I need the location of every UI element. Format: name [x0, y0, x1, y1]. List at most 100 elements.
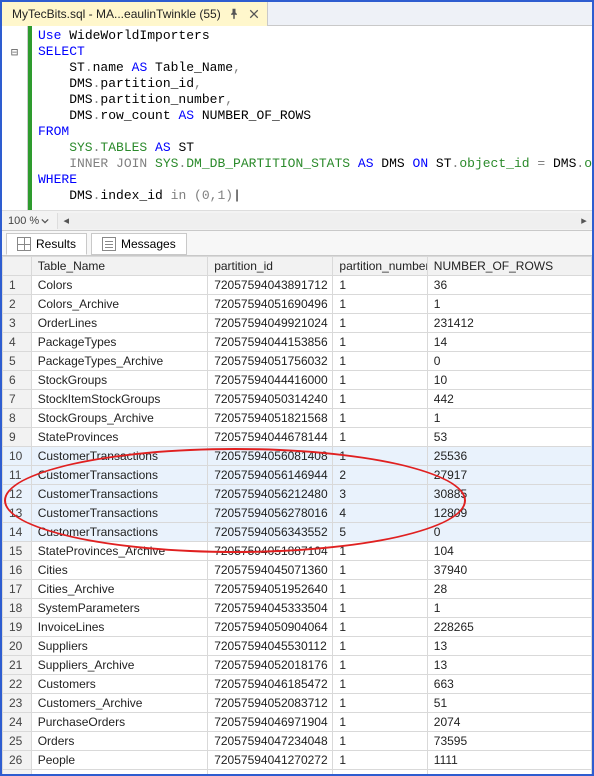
- table-row[interactable]: 9StateProvinces72057594044678144153: [3, 428, 592, 447]
- sql-editor[interactable]: ⊟ Use WideWorldImporters SELECT ST.name …: [2, 26, 592, 210]
- cell-number-of-rows[interactable]: 51: [427, 694, 591, 713]
- cell-rownum[interactable]: 10: [3, 447, 32, 466]
- cell-partition-id[interactable]: 72057594046971904: [208, 713, 333, 732]
- table-row[interactable]: 21Suppliers_Archive72057594052018176113: [3, 656, 592, 675]
- table-row[interactable]: 14CustomerTransactions720575940563435525…: [3, 523, 592, 542]
- cell-partition-number[interactable]: 1: [333, 542, 427, 561]
- table-row[interactable]: 3OrderLines720575940499210241231412: [3, 314, 592, 333]
- cell-number-of-rows[interactable]: 663: [427, 675, 591, 694]
- cell-table-name[interactable]: People: [31, 751, 207, 770]
- cell-number-of-rows[interactable]: 231412: [427, 314, 591, 333]
- cell-partition-id[interactable]: 72057594047758336: [208, 770, 333, 775]
- cell-rownum[interactable]: 3: [3, 314, 32, 333]
- cell-table-name[interactable]: Cities_Archive: [31, 580, 207, 599]
- cell-rownum[interactable]: 16: [3, 561, 32, 580]
- cell-number-of-rows[interactable]: 27917: [427, 466, 591, 485]
- cell-number-of-rows[interactable]: 13: [427, 637, 591, 656]
- table-row[interactable]: 7StockItemStockGroups7205759405031424014…: [3, 390, 592, 409]
- cell-partition-number[interactable]: 1: [333, 428, 427, 447]
- sql-text[interactable]: Use WideWorldImporters SELECT ST.name AS…: [32, 26, 592, 210]
- cell-partition-number[interactable]: 1: [333, 295, 427, 314]
- close-icon[interactable]: [247, 7, 261, 21]
- document-tab[interactable]: MyTecBits.sql - MA...eaulinTwinkle (55): [2, 2, 268, 26]
- cell-partition-number[interactable]: 1: [333, 599, 427, 618]
- cell-table-name[interactable]: CustomerTransactions: [31, 523, 207, 542]
- cell-partition-id[interactable]: 72057594056343552: [208, 523, 333, 542]
- cell-number-of-rows[interactable]: 37940: [427, 561, 591, 580]
- cell-rownum[interactable]: 14: [3, 523, 32, 542]
- table-row[interactable]: 11CustomerTransactions720575940561469442…: [3, 466, 592, 485]
- cell-rownum[interactable]: 6: [3, 371, 32, 390]
- cell-number-of-rows[interactable]: 1: [427, 599, 591, 618]
- header-partition-id[interactable]: partition_id: [208, 257, 333, 276]
- cell-partition-id[interactable]: 72057594041270272: [208, 751, 333, 770]
- cell-number-of-rows[interactable]: 12809: [427, 504, 591, 523]
- cell-rownum[interactable]: 23: [3, 694, 32, 713]
- cell-rownum[interactable]: 2: [3, 295, 32, 314]
- cell-partition-number[interactable]: 1: [333, 580, 427, 599]
- cell-table-name[interactable]: PackageTypes_Archive: [31, 352, 207, 371]
- cell-rownum[interactable]: 20: [3, 637, 32, 656]
- table-row[interactable]: 2Colors_Archive7205759405169049611: [3, 295, 592, 314]
- cell-table-name[interactable]: CustomerTransactions: [31, 447, 207, 466]
- cell-partition-id[interactable]: 72057594044678144: [208, 428, 333, 447]
- cell-table-name[interactable]: StateProvinces: [31, 428, 207, 447]
- cell-partition-number[interactable]: 1: [333, 409, 427, 428]
- cell-table-name[interactable]: CustomerTransactions: [31, 466, 207, 485]
- cell-number-of-rows[interactable]: 73595: [427, 732, 591, 751]
- cell-partition-number[interactable]: 2: [333, 466, 427, 485]
- cell-rownum[interactable]: 11: [3, 466, 32, 485]
- cell-number-of-rows[interactable]: 1111: [427, 751, 591, 770]
- cell-number-of-rows[interactable]: 1: [427, 409, 591, 428]
- cell-rownum[interactable]: 15: [3, 542, 32, 561]
- cell-partition-number[interactable]: 5: [333, 523, 427, 542]
- table-row[interactable]: 27StockItems720575940477583361227: [3, 770, 592, 775]
- cell-rownum[interactable]: 19: [3, 618, 32, 637]
- table-row[interactable]: 15StateProvinces_Archive7205759405188710…: [3, 542, 592, 561]
- table-row[interactable]: 10CustomerTransactions720575940560814081…: [3, 447, 592, 466]
- header-rownum[interactable]: [3, 257, 32, 276]
- cell-partition-number[interactable]: 1: [333, 713, 427, 732]
- cell-number-of-rows[interactable]: 1: [427, 295, 591, 314]
- results-grid[interactable]: Table_Name partition_id partition_number…: [2, 256, 592, 774]
- cell-rownum[interactable]: 4: [3, 333, 32, 352]
- cell-partition-number[interactable]: 1: [333, 618, 427, 637]
- chevron-down-icon[interactable]: [41, 216, 51, 226]
- table-row[interactable]: 5PackageTypes_Archive7205759405175603210: [3, 352, 592, 371]
- table-row[interactable]: 22Customers720575940461854721663: [3, 675, 592, 694]
- cell-number-of-rows[interactable]: 10: [427, 371, 591, 390]
- table-row[interactable]: 23Customers_Archive72057594052083712151: [3, 694, 592, 713]
- zoom-level[interactable]: 100 %: [2, 215, 57, 227]
- cell-table-name[interactable]: PurchaseOrders: [31, 713, 207, 732]
- cell-partition-id[interactable]: 72057594051887104: [208, 542, 333, 561]
- cell-number-of-rows[interactable]: 30885: [427, 485, 591, 504]
- cell-number-of-rows[interactable]: 14: [427, 333, 591, 352]
- cell-partition-id[interactable]: 72057594051690496: [208, 295, 333, 314]
- cell-number-of-rows[interactable]: 28: [427, 580, 591, 599]
- cell-partition-number[interactable]: 1: [333, 656, 427, 675]
- table-row[interactable]: 8StockGroups_Archive7205759405182156811: [3, 409, 592, 428]
- cell-partition-id[interactable]: 72057594044153856: [208, 333, 333, 352]
- cell-partition-id[interactable]: 72057594045530112: [208, 637, 333, 656]
- cell-partition-id[interactable]: 72057594049921024: [208, 314, 333, 333]
- fold-icon[interactable]: ⊟: [11, 44, 18, 60]
- table-row[interactable]: 20Suppliers72057594045530112113: [3, 637, 592, 656]
- cell-partition-id[interactable]: 72057594046185472: [208, 675, 333, 694]
- cell-partition-number[interactable]: 1: [333, 751, 427, 770]
- cell-partition-number[interactable]: 1: [333, 770, 427, 775]
- cell-table-name[interactable]: Suppliers: [31, 637, 207, 656]
- cell-table-name[interactable]: CustomerTransactions: [31, 504, 207, 523]
- cell-partition-number[interactable]: 4: [333, 504, 427, 523]
- cell-partition-id[interactable]: 72057594056081408: [208, 447, 333, 466]
- cell-rownum[interactable]: 9: [3, 428, 32, 447]
- cell-rownum[interactable]: 1: [3, 276, 32, 295]
- cell-partition-number[interactable]: 1: [333, 561, 427, 580]
- cell-table-name[interactable]: OrderLines: [31, 314, 207, 333]
- table-row[interactable]: 4PackageTypes72057594044153856114: [3, 333, 592, 352]
- cell-number-of-rows[interactable]: 0: [427, 523, 591, 542]
- cell-partition-number[interactable]: 1: [333, 352, 427, 371]
- tab-messages[interactable]: Messages: [91, 233, 187, 255]
- cell-number-of-rows[interactable]: 228265: [427, 618, 591, 637]
- scroll-right-icon[interactable]: ▸: [576, 213, 592, 229]
- table-row[interactable]: 26People7205759404127027211111: [3, 751, 592, 770]
